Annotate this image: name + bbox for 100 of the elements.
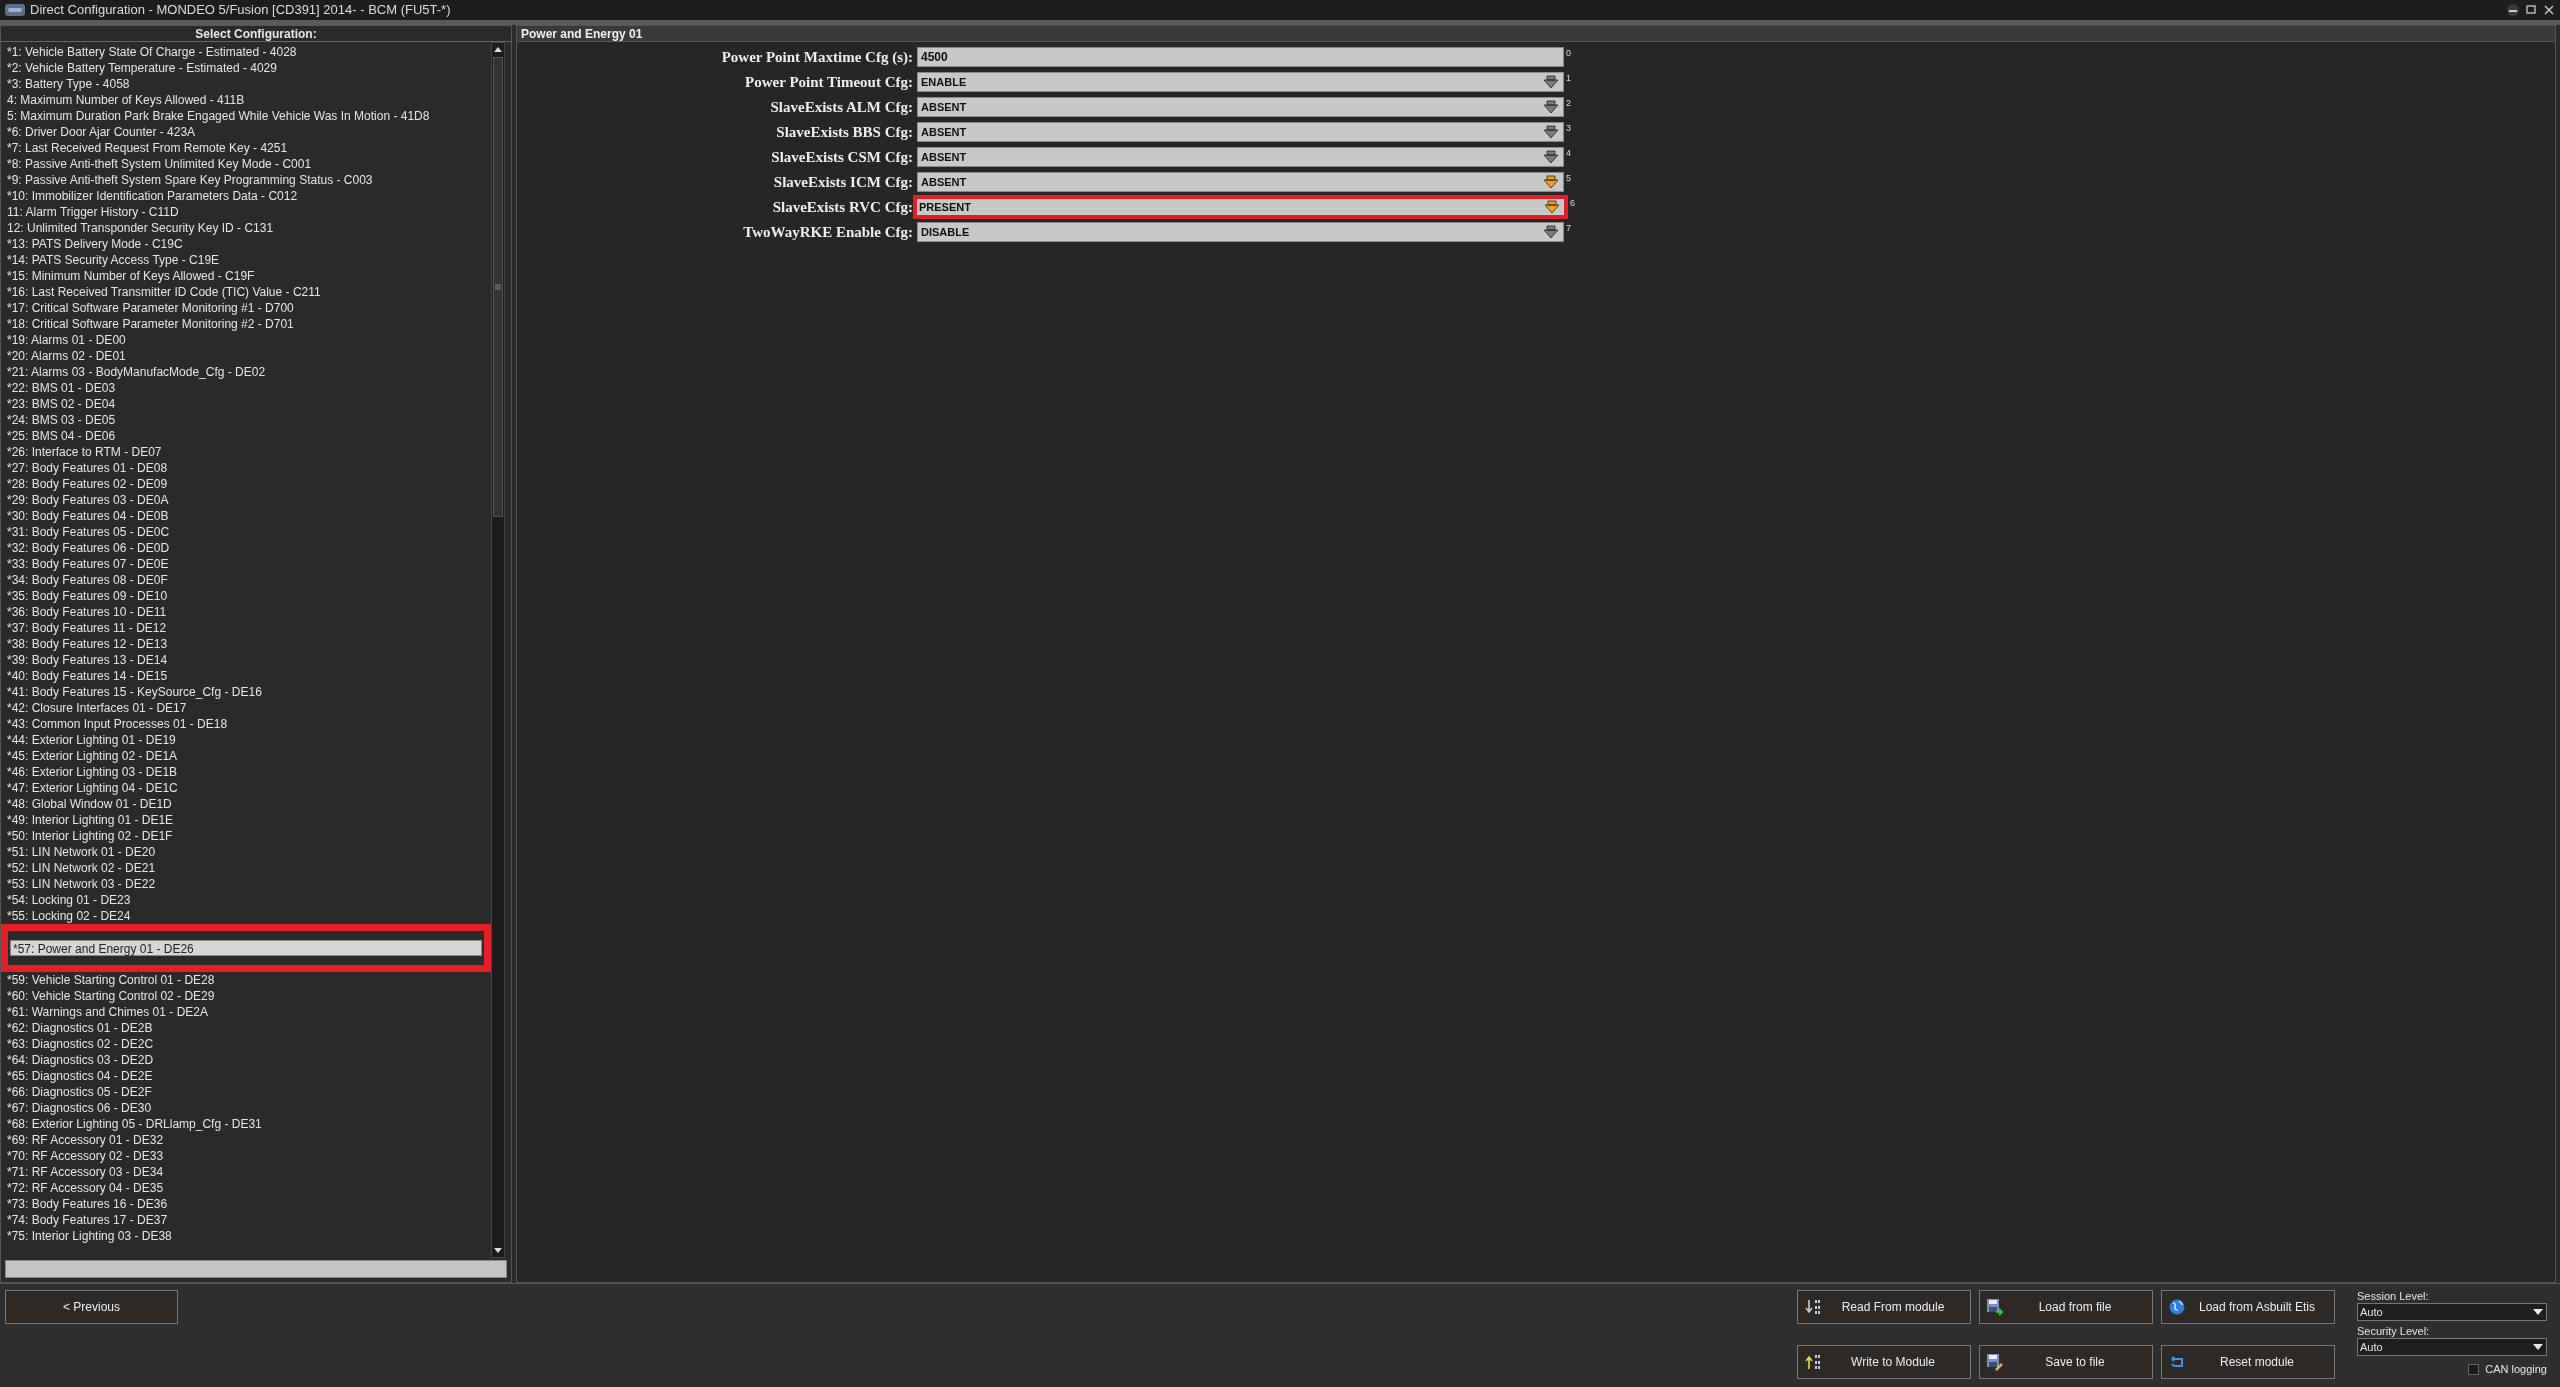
list-item[interactable]: *68: Exterior Lighting 05 - DRLlamp_Cfg - DE31 xyxy=(5,1116,491,1132)
dropdown-field[interactable]: ABSENT xyxy=(917,122,1564,142)
list-item[interactable]: *33: Body Features 07 - DE0E xyxy=(5,556,491,572)
list-item[interactable]: *62: Diagnostics 01 - DE2B xyxy=(5,1020,491,1036)
list-item[interactable]: *22: BMS 01 - DE03 xyxy=(5,380,491,396)
list-item[interactable]: *47: Exterior Lighting 04 - DE1C xyxy=(5,780,491,796)
list-item[interactable]: *16: Last Received Transmitter ID Code (TIC) Value - C211 xyxy=(5,284,491,300)
list-item[interactable]: *23: BMS 02 - DE04 xyxy=(5,396,491,412)
list-item[interactable]: *67: Diagnostics 06 - DE30 xyxy=(5,1100,491,1116)
action-button[interactable]: Reset module xyxy=(2161,1345,2335,1379)
input-field[interactable]: 4500 xyxy=(917,47,1564,67)
close-icon[interactable] xyxy=(2542,3,2556,17)
action-button[interactable]: Save to file xyxy=(1979,1345,2153,1379)
list-item[interactable]: *61: Warnings and Chimes 01 - DE2A xyxy=(5,1004,491,1020)
list-item[interactable]: *59: Vehicle Starting Control 01 - DE28 xyxy=(5,972,491,988)
dropdown-arrow-icon[interactable] xyxy=(1543,225,1559,239)
action-button[interactable]: Load from Asbuilt Etis xyxy=(2161,1290,2335,1324)
list-item[interactable]: *70: RF Accessory 02 - DE33 xyxy=(5,1148,491,1164)
dropdown-arrow-icon[interactable] xyxy=(1543,75,1559,89)
list-item[interactable]: *65: Diagnostics 04 - DE2E xyxy=(5,1068,491,1084)
list-item[interactable]: *63: Diagnostics 02 - DE2C xyxy=(5,1036,491,1052)
list-item[interactable]: *60: Vehicle Starting Control 02 - DE29 xyxy=(5,988,491,1004)
list-item[interactable]: *71: RF Accessory 03 - DE34 xyxy=(5,1164,491,1180)
list-item[interactable]: *8: Passive Anti-theft System Unlimited Key Mode - C001 xyxy=(5,156,491,172)
list-item[interactable]: *24: BMS 03 - DE05 xyxy=(5,412,491,428)
list-item[interactable]: *3: Battery Type - 4058 xyxy=(5,76,491,92)
dropdown-arrow-icon[interactable] xyxy=(1543,175,1559,189)
list-item[interactable]: *21: Alarms 03 - BodyManufacMode_Cfg - DE02 xyxy=(5,364,491,380)
maximize-icon[interactable] xyxy=(2524,3,2538,17)
list-item[interactable]: *32: Body Features 06 - DE0D xyxy=(5,540,491,556)
list-item[interactable]: *14: PATS Security Access Type - C19E xyxy=(5,252,491,268)
list-item[interactable]: *30: Body Features 04 - DE0B xyxy=(5,508,491,524)
list-item[interactable]: *39: Body Features 13 - DE14 xyxy=(5,652,491,668)
list-item[interactable]: *54: Locking 01 - DE23 xyxy=(5,892,491,908)
list-item[interactable]: 5: Maximum Duration Park Brake Engaged While Vehicle Was In Motion - 41D8 xyxy=(5,108,491,124)
list-item[interactable]: *45: Exterior Lighting 02 - DE1A xyxy=(5,748,491,764)
list-item[interactable]: *38: Body Features 12 - DE13 xyxy=(5,636,491,652)
list-item[interactable]: *46: Exterior Lighting 03 - DE1B xyxy=(5,764,491,780)
list-item[interactable]: *29: Body Features 03 - DE0A xyxy=(5,492,491,508)
list-item[interactable]: *40: Body Features 14 - DE15 xyxy=(5,668,491,684)
dropdown-field[interactable]: ENABLE xyxy=(917,72,1564,92)
dropdown-arrow-icon[interactable] xyxy=(1543,125,1559,139)
dropdown-field[interactable]: PRESENT xyxy=(913,195,1568,219)
list-item[interactable]: *19: Alarms 01 - DE00 xyxy=(5,332,491,348)
dropdown-arrow-icon[interactable] xyxy=(1543,100,1559,114)
list-item[interactable]: *31: Body Features 05 - DE0C xyxy=(5,524,491,540)
list-item[interactable]: *52: LIN Network 02 - DE21 xyxy=(5,860,491,876)
list-item[interactable]: *72: RF Accessory 04 - DE35 xyxy=(5,1180,491,1196)
dropdown-field[interactable]: DISABLE xyxy=(917,222,1564,242)
scrollbar[interactable] xyxy=(491,42,505,1258)
list-item[interactable]: *18: Critical Software Parameter Monitoring #2 - D701 xyxy=(5,316,491,332)
list-item[interactable]: *28: Body Features 02 - DE09 xyxy=(5,476,491,492)
list-item[interactable]: *75: Interior Lighting 03 - DE38 xyxy=(5,1228,491,1244)
list-item[interactable]: *7: Last Received Request From Remote Key - 4251 xyxy=(5,140,491,156)
list-item[interactable]: *55: Locking 02 - DE24 xyxy=(5,908,491,924)
list-item[interactable]: *69: RF Accessory 01 - DE32 xyxy=(5,1132,491,1148)
horizontal-scrollbar[interactable] xyxy=(5,1260,507,1278)
list-item[interactable]: *10: Immobilizer Identification Parameters Data - C012 xyxy=(5,188,491,204)
action-button[interactable]: Read From module xyxy=(1797,1290,1971,1324)
can-logging-checkbox[interactable] xyxy=(2468,1363,2480,1375)
list-item[interactable]: *15: Minimum Number of Keys Allowed - C19F xyxy=(5,268,491,284)
list-item[interactable]: *44: Exterior Lighting 01 - DE19 xyxy=(5,732,491,748)
dropdown-field[interactable]: ABSENT xyxy=(917,97,1564,117)
list-item[interactable]: *49: Interior Lighting 01 - DE1E xyxy=(5,812,491,828)
list-item[interactable]: *13: PATS Delivery Mode - C19C xyxy=(5,236,491,252)
list-item[interactable]: *51: LIN Network 01 - DE20 xyxy=(5,844,491,860)
list-item[interactable]: *25: BMS 04 - DE06 xyxy=(5,428,491,444)
list-item[interactable]: 4: Maximum Number of Keys Allowed - 411B xyxy=(5,92,491,108)
list-item[interactable]: *20: Alarms 02 - DE01 xyxy=(5,348,491,364)
list-item[interactable]: *37: Body Features 11 - DE12 xyxy=(5,620,491,636)
list-item[interactable]: *53: LIN Network 03 - DE22 xyxy=(5,876,491,892)
dropdown-arrow-icon[interactable] xyxy=(1544,200,1560,214)
list-item[interactable]: *73: Body Features 16 - DE36 xyxy=(5,1196,491,1212)
list-item[interactable]: *9: Passive Anti-theft System Spare Key Programming Status - C003 xyxy=(5,172,491,188)
list-item[interactable]: *6: Driver Door Ajar Counter - 423A xyxy=(5,124,491,140)
action-button[interactable]: Load from file xyxy=(1979,1290,2153,1324)
list-item[interactable]: *43: Common Input Processes 01 - DE18 xyxy=(5,716,491,732)
list-item[interactable]: *26: Interface to RTM - DE07 xyxy=(5,444,491,460)
list-item[interactable]: *57: Power and Energy 01 - DE26 xyxy=(10,940,482,956)
list-item[interactable]: *36: Body Features 10 - DE11 xyxy=(5,604,491,620)
list-item[interactable]: *35: Body Features 09 - DE10 xyxy=(5,588,491,604)
list-item[interactable]: *42: Closure Interfaces 01 - DE17 xyxy=(5,700,491,716)
list-item[interactable]: 11: Alarm Trigger History - C11D xyxy=(5,204,491,220)
dropdown-arrow-icon[interactable] xyxy=(1543,150,1559,164)
list-item[interactable]: *50: Interior Lighting 02 - DE1F xyxy=(5,828,491,844)
list-item[interactable]: *27: Body Features 01 - DE08 xyxy=(5,460,491,476)
list-item[interactable]: *48: Global Window 01 - DE1D xyxy=(5,796,491,812)
list-item[interactable]: *1: Vehicle Battery State Of Charge - Estimated - 4028 xyxy=(5,44,491,60)
list-item[interactable]: *2: Vehicle Battery Temperature - Estimated - 4029 xyxy=(5,60,491,76)
minimize-icon[interactable] xyxy=(2506,3,2520,17)
action-button[interactable]: Write to Module xyxy=(1797,1345,1971,1379)
dropdown-field[interactable]: ABSENT xyxy=(917,147,1564,167)
list-item[interactable]: *66: Diagnostics 05 - DE2F xyxy=(5,1084,491,1100)
list-item[interactable]: *74: Body Features 17 - DE37 xyxy=(5,1212,491,1228)
previous-button[interactable]: < Previous xyxy=(5,1290,178,1324)
list-item[interactable]: *41: Body Features 15 - KeySource_Cfg - DE16 xyxy=(5,684,491,700)
list-item[interactable]: *34: Body Features 08 - DE0F xyxy=(5,572,491,588)
list-item[interactable]: *17: Critical Software Parameter Monitoring #1 - D700 xyxy=(5,300,491,316)
list-item[interactable]: *64: Diagnostics 03 - DE2D xyxy=(5,1052,491,1068)
dropdown-field[interactable]: ABSENT xyxy=(917,172,1564,192)
